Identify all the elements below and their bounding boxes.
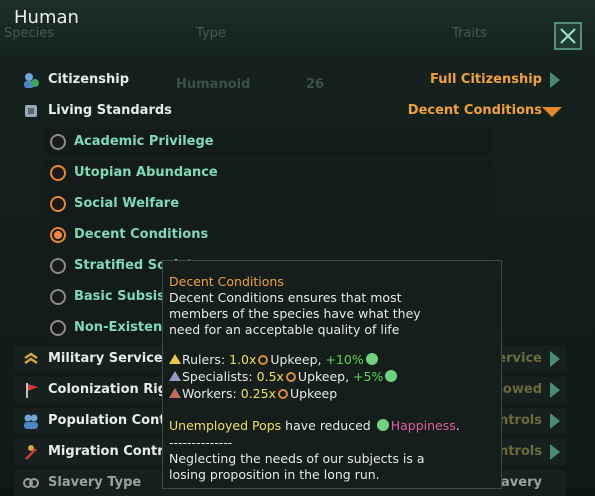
radio-button[interactable] xyxy=(50,289,66,305)
rulers-icon xyxy=(169,354,181,364)
tooltip-neglect-line: losing proposition in the long run. xyxy=(169,467,380,482)
living-standards-icon xyxy=(25,105,37,117)
tooltip-desc-line: members of the species have what they xyxy=(169,306,421,321)
option-decent-conditions[interactable]: Decent Conditions xyxy=(44,222,492,248)
expand-arrow-icon[interactable] xyxy=(550,382,560,398)
option-label: Non-Existent xyxy=(74,320,169,335)
species-rights-window: Human Species Type Traits Citizenship Fu… xyxy=(0,0,595,496)
policy-row-living-standards[interactable]: Living Standards Decent Conditions xyxy=(14,98,566,124)
option-utopian-abundance[interactable]: Utopian Abundance xyxy=(44,160,492,186)
policy-value: Full Citizenship xyxy=(430,72,542,87)
window-title: Human xyxy=(14,7,79,28)
expand-arrow-icon[interactable] xyxy=(550,413,560,429)
option-social-welfare[interactable]: Social Welfare xyxy=(44,191,492,217)
expand-arrow-icon[interactable] xyxy=(550,351,560,367)
collapse-arrow-icon[interactable] xyxy=(542,107,562,117)
tooltip-unemployed-line: Unemployed Pops have reduced Happiness. xyxy=(169,418,460,433)
policy-label: Slavery Type xyxy=(48,475,142,490)
option-label: Academic Privilege xyxy=(74,134,214,149)
option-label: Social Welfare xyxy=(74,196,180,211)
tooltip-separator: -------------- xyxy=(169,435,233,450)
tooltip-desc-line: Decent Conditions ensures that most xyxy=(169,290,402,305)
slavery-icon xyxy=(23,478,39,488)
close-icon xyxy=(560,28,576,44)
radio-button[interactable] xyxy=(50,196,66,212)
bg-header-traits: Traits xyxy=(452,26,487,41)
option-label: Utopian Abundance xyxy=(74,165,218,180)
policy-row-citizenship[interactable]: Citizenship Full Citizenship xyxy=(14,67,566,93)
option-label: Decent Conditions xyxy=(74,227,209,242)
close-button[interactable] xyxy=(554,22,582,50)
radio-button-selected[interactable] xyxy=(50,227,66,243)
tooltip-desc-line: need for an acceptable quality of life xyxy=(169,322,400,337)
happiness-icon xyxy=(385,370,398,382)
policy-value: Decent Conditions xyxy=(407,103,542,118)
happiness-icon xyxy=(376,419,389,431)
tooltip: Decent Conditions Decent Conditions ensu… xyxy=(162,260,502,489)
title-bar: Human Species Type Traits xyxy=(0,0,595,58)
tooltip-workers-line: Workers: 0.25x Upkeep xyxy=(169,386,337,401)
tooltip-title: Decent Conditions xyxy=(169,274,284,289)
radio-button[interactable] xyxy=(50,165,66,181)
bg-header-type: Type xyxy=(196,26,226,41)
workers-icon xyxy=(169,388,181,398)
migration-icon xyxy=(25,445,37,460)
tooltip-neglect-line: Neglecting the needs of our subjects is … xyxy=(169,451,425,466)
tooltip-rulers-line: Rulers: 1.0x Upkeep, +10% xyxy=(169,352,380,367)
radio-button[interactable] xyxy=(50,320,66,336)
policy-label: Citizenship xyxy=(48,72,130,87)
bg-species-type: Humanoid xyxy=(176,77,251,92)
expand-arrow-icon[interactable] xyxy=(550,72,560,88)
military-service-icon xyxy=(24,352,38,365)
bg-species-count: 26 xyxy=(306,77,325,92)
upkeep-icon xyxy=(277,389,288,399)
upkeep-icon xyxy=(258,355,269,365)
colonization-icon xyxy=(26,383,38,398)
happiness-icon xyxy=(365,353,378,365)
radio-button[interactable] xyxy=(50,258,66,274)
population-icon xyxy=(24,414,38,429)
policy-label: Military Service xyxy=(48,351,163,366)
radio-button[interactable] xyxy=(50,134,66,150)
upkeep-icon xyxy=(285,372,296,382)
citizenship-icon xyxy=(24,73,39,88)
tooltip-specialists-line: Specialists: 0.5x Upkeep, +5% xyxy=(169,369,399,384)
option-academic-privilege[interactable]: Academic Privilege xyxy=(44,129,492,155)
expand-arrow-icon[interactable] xyxy=(550,444,560,460)
specialists-icon xyxy=(169,371,181,381)
policy-label: Living Standards xyxy=(48,103,172,118)
bg-header-species: Species xyxy=(4,26,55,41)
